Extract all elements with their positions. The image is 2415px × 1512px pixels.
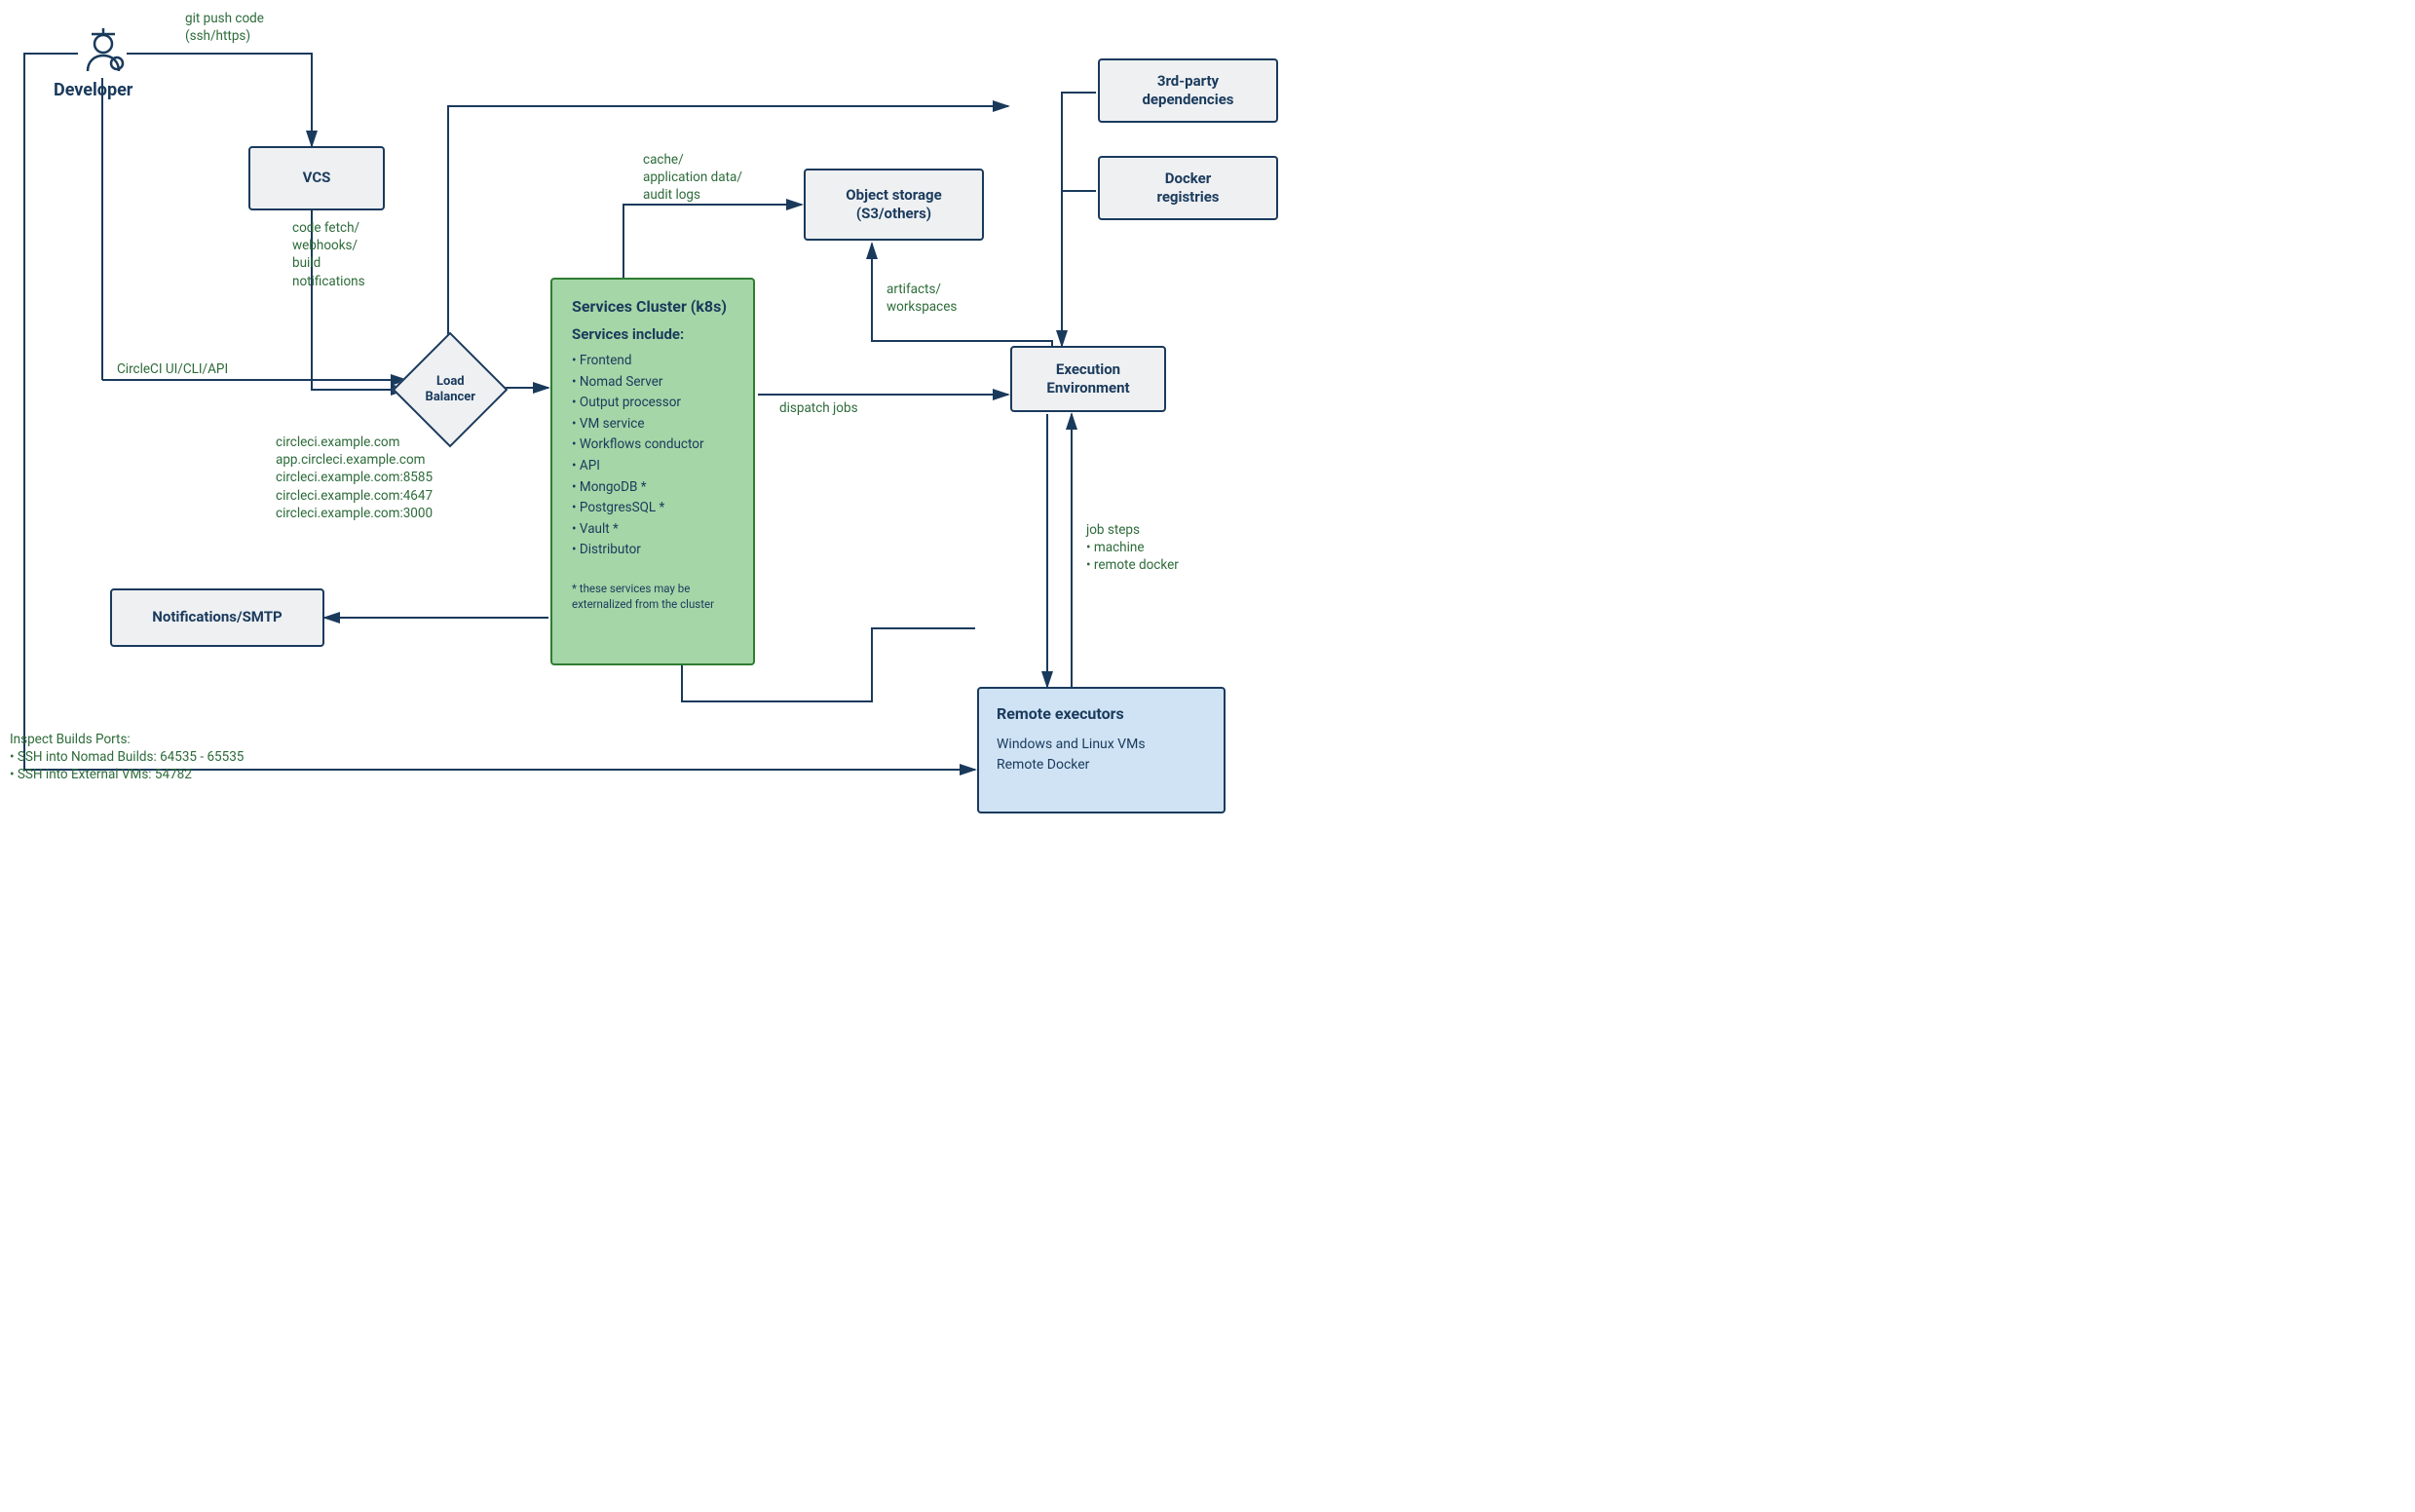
object-storage-label: Object storage (S3/others)	[846, 186, 941, 224]
execution-env-box: Execution Environment	[1010, 346, 1166, 412]
service-item: PostgresSQL *	[572, 498, 734, 519]
vcs-label: VCS	[303, 169, 331, 188]
notifications-label: Notifications/SMTP	[152, 608, 282, 627]
service-item: Workflows conductor	[572, 435, 734, 456]
load-balancer-diamond: Load Balancer	[393, 332, 509, 448]
label-dispatch: dispatch jobs	[779, 399, 858, 417]
label-lb-domains: circleci.example.com app.circleci.exampl…	[276, 434, 433, 522]
third-party-label: 3rd-party dependencies	[1142, 72, 1233, 110]
services-list: Frontend Nomad Server Output processor V…	[572, 351, 734, 561]
label-artifacts: artifacts/ workspaces	[887, 281, 957, 316]
label-circleci-ui: CircleCI UI/CLI/API	[117, 360, 228, 378]
remote-executors-body: Windows and Linux VMs Remote Docker	[997, 735, 1206, 775]
service-item: VM service	[572, 414, 734, 435]
label-git-push: git push code (ssh/https)	[185, 10, 264, 45]
load-balancer-label: Load Balancer	[411, 374, 489, 404]
docker-registries-box: Docker registries	[1098, 156, 1278, 220]
execution-env-label: Execution Environment	[1046, 360, 1129, 398]
services-cluster-box: Services Cluster (k8s) Services include:…	[550, 278, 755, 665]
label-code-fetch: code fetch/ webhooks/ build notification…	[292, 219, 365, 290]
third-party-box: 3rd-party dependencies	[1098, 58, 1278, 123]
label-cache: cache/ application data/ audit logs	[643, 151, 742, 205]
service-item: API	[572, 456, 734, 477]
object-storage-box: Object storage (S3/others)	[804, 169, 984, 241]
services-cluster-title: Services Cluster (k8s)	[572, 297, 734, 316]
service-item: Frontend	[572, 351, 734, 372]
notifications-box: Notifications/SMTP	[110, 588, 324, 647]
label-job-steps: job steps • machine • remote docker	[1086, 521, 1179, 575]
label-inspect-ports: Inspect Builds Ports: • SSH into Nomad B…	[10, 731, 244, 784]
remote-executors-title: Remote executors	[997, 704, 1206, 723]
service-item: Nomad Server	[572, 372, 734, 394]
docker-registries-label: Docker registries	[1156, 170, 1219, 208]
services-cluster-subtitle: Services include:	[572, 325, 734, 343]
service-item: Vault *	[572, 519, 734, 541]
service-item: Output processor	[572, 393, 734, 414]
service-item: Distributor	[572, 540, 734, 561]
developer-label: Developer	[54, 80, 132, 100]
remote-executors-box: Remote executors Windows and Linux VMs R…	[977, 687, 1226, 813]
developer-icon	[78, 24, 129, 79]
vcs-box: VCS	[248, 146, 385, 210]
service-item: MongoDB *	[572, 477, 734, 499]
services-footnote: * these services may be externalized fro…	[572, 581, 734, 612]
